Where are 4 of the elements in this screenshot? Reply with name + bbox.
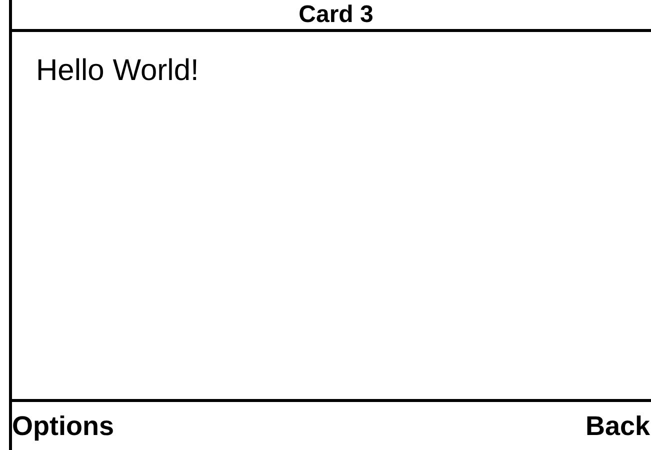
- options-softkey[interactable]: Options: [12, 410, 114, 442]
- card-text: Hello World!: [36, 54, 199, 87]
- card-title: Card 3: [298, 0, 374, 28]
- back-softkey[interactable]: Back: [585, 410, 650, 442]
